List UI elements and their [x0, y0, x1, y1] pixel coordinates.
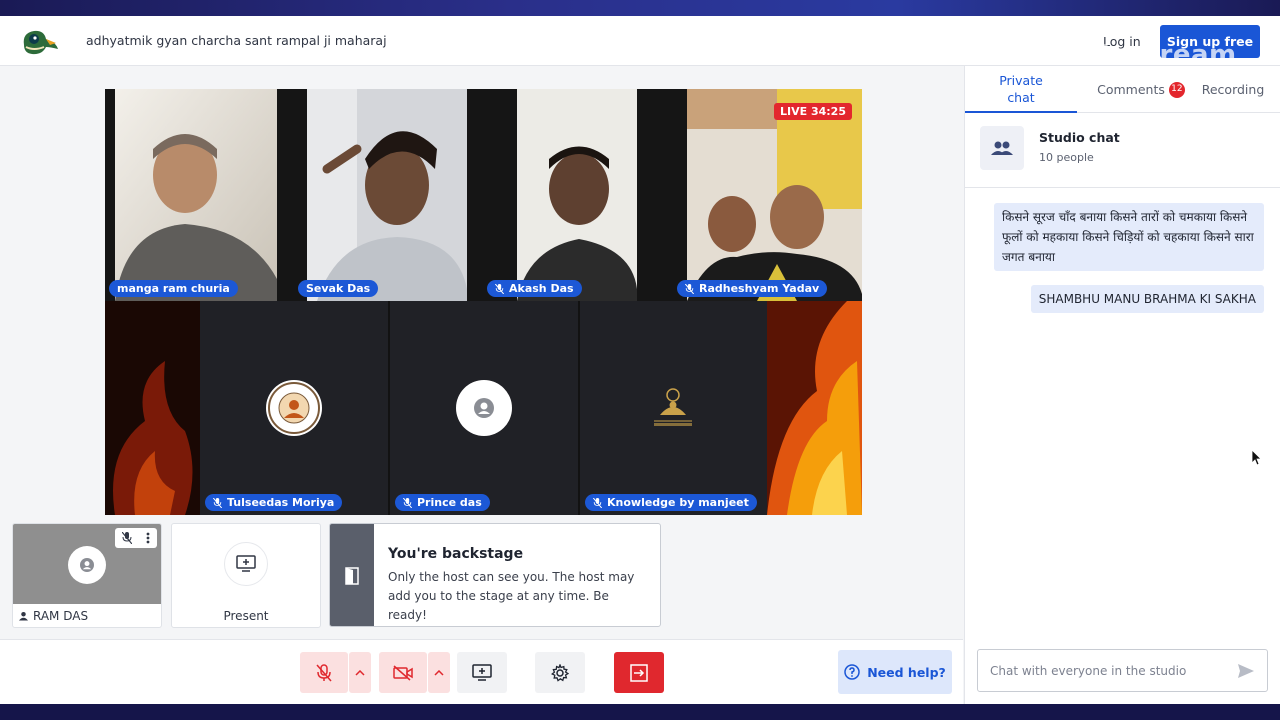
chat-message: किसने सूरज चाँद बनाया किसने तारों को चमक… — [994, 203, 1264, 271]
mic-muted-icon — [593, 497, 602, 508]
header: adhyatmik gyan charcha sant rampal ji ma… — [0, 16, 1280, 70]
kabir-journey-logo — [266, 380, 322, 436]
panel-tabs: Private chat Comments 12 Recording — [965, 66, 1280, 113]
participant-name: Prince das — [395, 494, 490, 511]
comments-count-badge: 12 — [1168, 81, 1185, 98]
door-icon — [330, 524, 374, 626]
mic-options-button[interactable] — [349, 652, 371, 693]
video-feed-image — [307, 89, 467, 301]
gear-icon — [551, 663, 569, 682]
user-avatar-icon — [68, 546, 106, 584]
send-icon[interactable] — [1237, 662, 1255, 680]
studio-app: adhyatmik gyan charcha sant rampal ji ma… — [0, 16, 1280, 704]
camera-toggle-button[interactable] — [379, 652, 427, 693]
participant-tile[interactable]: Tulseedas Moriya — [200, 301, 388, 515]
leave-studio-button[interactable] — [614, 652, 664, 693]
chat-header: Studio chat 10 people — [965, 114, 1280, 188]
participant-tile[interactable]: Akash Das — [467, 89, 637, 301]
chevron-up-icon — [434, 669, 444, 676]
participant-name: Sevak Das — [298, 280, 379, 297]
backstage-text: Only the host can see you. The host may … — [388, 570, 635, 622]
camera-options-button[interactable] — [428, 652, 450, 693]
people-icon — [980, 126, 1024, 170]
present-label: Present — [223, 609, 269, 623]
mouse-cursor-icon — [1252, 450, 1262, 466]
self-controls — [115, 528, 157, 548]
chat-member-count: 10 people — [1039, 151, 1094, 164]
user-avatar-icon — [456, 380, 512, 436]
knowledge-by-manjeet-logo — [654, 388, 692, 426]
self-name: RAM DAS — [19, 609, 88, 623]
fire-background-image — [105, 301, 200, 515]
help-icon — [844, 664, 860, 680]
share-screen-icon — [472, 663, 492, 681]
participant-name: Radheshyam Yadav — [677, 280, 828, 297]
self-video-off — [13, 524, 161, 604]
chat-input[interactable] — [990, 650, 1230, 691]
present-screen-icon — [224, 542, 268, 586]
video-feed-image — [517, 89, 637, 301]
share-screen-button[interactable] — [457, 652, 507, 693]
participant-name: manga ram churia — [109, 280, 238, 297]
chat-panel: Private chat Comments 12 Recording Studi… — [964, 66, 1280, 704]
participant-tile[interactable]: LIVE 34:25 Radheshyam Yadav — [637, 89, 862, 301]
mic-muted-icon — [316, 663, 332, 681]
participant-name: Knowledge by manjeet — [585, 494, 757, 511]
participant-tile[interactable]: Prince das — [390, 301, 578, 515]
chevron-up-icon — [355, 669, 365, 676]
stage-grid: manga ram churia Sevak Das Akash Das LIV… — [105, 89, 862, 515]
studio-title: adhyatmik gyan charcha sant rampal ji ma… — [86, 33, 387, 48]
fire-background-image — [767, 301, 862, 515]
mic-muted-icon — [213, 497, 222, 508]
more-options-icon[interactable] — [146, 532, 150, 544]
video-feed-image — [687, 89, 862, 301]
chat-message: SHAMBHU MANU BRAHMA KI SAKHA — [1030, 285, 1264, 313]
backstage-title: You're backstage — [388, 546, 524, 562]
mic-muted-icon — [685, 283, 694, 294]
window-frame-top — [0, 0, 1280, 16]
camera-off-icon — [393, 664, 413, 681]
window-frame-bottom — [0, 704, 1280, 720]
person-icon — [19, 611, 28, 621]
duck-logo-icon[interactable] — [20, 25, 60, 57]
tab-private-chat[interactable]: Private chat — [965, 66, 1077, 113]
participant-name: Akash Das — [487, 280, 582, 297]
chat-title: Studio chat — [1039, 130, 1120, 145]
participant-tile[interactable]: Sevak Das — [277, 89, 467, 301]
participant-name: Tulseedas Moriya — [205, 494, 343, 511]
chat-input-box — [977, 649, 1268, 692]
self-preview-tile[interactable]: RAM DAS — [12, 523, 162, 628]
mic-toggle-button[interactable] — [300, 652, 348, 693]
backstage-notice: You're backstage Only the host can see y… — [329, 523, 661, 627]
need-help-button[interactable]: Need help? — [838, 650, 952, 694]
live-timer-badge: LIVE 34:25 — [774, 103, 852, 120]
participant-tile[interactable]: Knowledge by manjeet — [580, 301, 767, 515]
mic-muted-icon — [495, 283, 504, 294]
mic-muted-icon — [403, 497, 412, 508]
tab-comments[interactable]: Comments 12 — [1093, 66, 1189, 113]
participant-tile[interactable]: manga ram churia — [105, 89, 277, 301]
video-feed-image — [115, 89, 277, 301]
settings-button[interactable] — [535, 652, 585, 693]
tab-recording[interactable]: Recording — [1201, 66, 1265, 113]
mic-muted-icon[interactable] — [122, 532, 132, 544]
exit-icon — [630, 663, 648, 682]
bottom-toolbar: Need help? — [0, 639, 963, 704]
present-tile[interactable]: Present — [171, 523, 321, 628]
